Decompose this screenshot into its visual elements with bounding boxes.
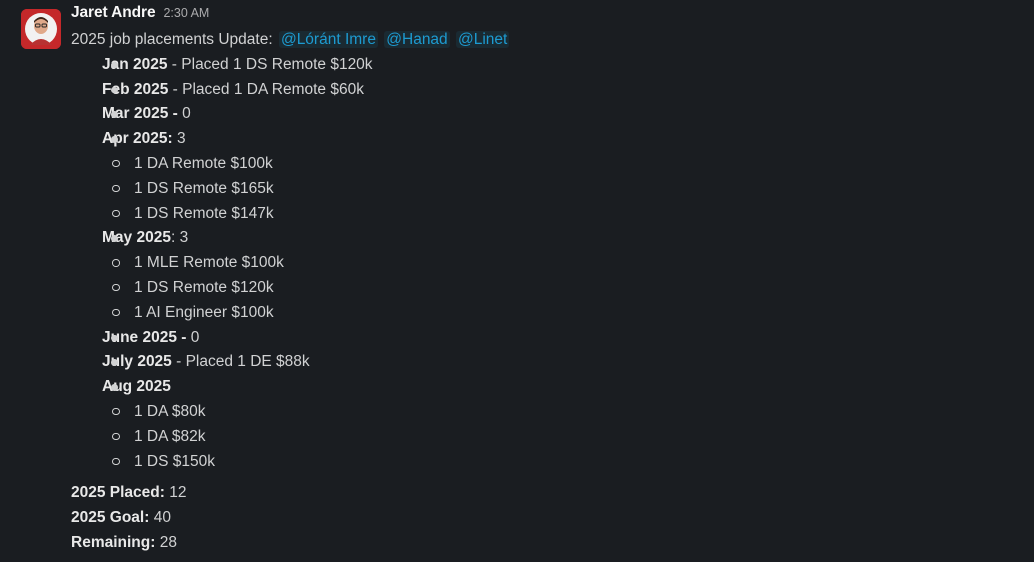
intro-line: 2025 job placements Update: @Lóránt Imre…: [71, 28, 1014, 53]
month-detail: 3: [179, 229, 189, 247]
month-separator: :: [170, 229, 180, 247]
month-detail: Placed 1 DA Remote $60k: [182, 80, 364, 98]
month-item: May 2025: 31 MLE Remote $100k 1 DS Remote…: [71, 226, 1014, 325]
month-item: Jan 2025 - Placed 1 DS Remote $120k: [71, 53, 1014, 78]
month-item: June 2025 - 0: [71, 326, 1014, 351]
placement-item: 1 DS Remote $147k: [102, 202, 1014, 227]
placement-item: 1 DA $82k: [102, 425, 1014, 450]
placed-label: 2025 Placed:: [71, 484, 165, 502]
avatar[interactable]: [21, 9, 61, 49]
month-row: June 2025 - 0: [102, 326, 1014, 351]
month-label: Feb 2025: [102, 80, 169, 98]
month-item: Mar 2025 - 0: [71, 102, 1014, 127]
summary-goal: 2025 Goal: 40: [71, 506, 1014, 531]
intro-text: 2025 job placements Update:: [71, 31, 273, 48]
placement-item: 1 MLE Remote $100k: [102, 251, 1014, 276]
month-label: Jan 2025: [102, 55, 168, 73]
month-separator: -: [168, 80, 183, 98]
placement-sublist: 1 DA $80k 1 DA $82k 1 DS $150k: [102, 400, 1014, 474]
month-detail: 0: [182, 105, 191, 123]
mention-lorant[interactable]: @Lóránt Imre: [278, 31, 378, 48]
mention-hanad[interactable]: @Hanad: [384, 31, 450, 48]
month-detail: 0: [190, 328, 200, 346]
month-row: May 2025: 3: [102, 226, 1014, 251]
placement-item: 1 DS Remote $165k: [102, 177, 1014, 202]
month-row: Apr 2025: 3: [102, 127, 1014, 152]
month-row: Mar 2025 - 0: [102, 102, 1014, 127]
remaining-value: 28: [159, 533, 177, 551]
month-label: Mar 2025 -: [102, 105, 178, 123]
goal-value: 40: [153, 509, 171, 527]
month-item: Apr 2025: 31 DA Remote $100k 1 DS Remote …: [71, 127, 1014, 226]
month-item: July 2025 - Placed 1 DE $88k: [71, 350, 1014, 375]
month-row: Jan 2025 - Placed 1 DS Remote $120k: [102, 53, 1014, 78]
summary-remaining: Remaining: 28: [71, 531, 1014, 556]
month-detail: Placed 1 DE $88k: [185, 353, 310, 371]
month-row: Aug 2025: [102, 375, 1014, 400]
month-separator: -: [167, 55, 182, 73]
placement-item: 1 AI Engineer $100k: [102, 301, 1014, 326]
month-label: Apr 2025:: [102, 130, 173, 148]
message-content: Jaret Andre 2:30 AM 2025 job placements …: [71, 4, 1014, 556]
month-label: May 2025: [102, 229, 171, 247]
goal-label: 2025 Goal:: [71, 509, 150, 527]
remaining-label: Remaining:: [71, 533, 156, 551]
month-separator: -: [171, 353, 186, 371]
timestamp[interactable]: 2:30 AM: [163, 6, 209, 20]
month-detail: 3: [176, 130, 186, 148]
month-item: Feb 2025 - Placed 1 DA Remote $60k: [71, 78, 1014, 103]
placement-item: 1 DA $80k: [102, 400, 1014, 425]
summary: 2025 Placed: 12 2025 Goal: 40 Remaining:…: [71, 481, 1014, 555]
month-row: July 2025 - Placed 1 DE $88k: [102, 350, 1014, 375]
placement-sublist: 1 DA Remote $100k 1 DS Remote $165k 1 DS R…: [102, 152, 1014, 226]
placement-item: 1 DS Remote $120k: [102, 276, 1014, 301]
placement-sublist: 1 MLE Remote $100k 1 DS Remote $120k 1 AI …: [102, 251, 1014, 325]
month-label: July 2025: [102, 353, 172, 371]
placement-item: 1 DA Remote $100k: [102, 152, 1014, 177]
placements-list: Jan 2025 - Placed 1 DS Remote $120k Feb 2…: [71, 53, 1014, 475]
author-name[interactable]: Jaret Andre: [71, 4, 156, 22]
summary-placed: 2025 Placed: 12: [71, 481, 1014, 506]
month-row: Feb 2025 - Placed 1 DA Remote $60k: [102, 78, 1014, 103]
month-item: Aug 2025 1 DA $80k 1 DA $82k 1 DS $150k: [71, 375, 1014, 474]
message-header: Jaret Andre 2:30 AM: [71, 4, 1014, 28]
message: Jaret Andre 2:30 AM 2025 job placements …: [0, 0, 1034, 562]
month-label: Aug 2025: [102, 378, 171, 396]
placed-value: 12: [169, 484, 187, 502]
avatar-photo: [21, 9, 61, 49]
placement-item: 1 DS $150k: [102, 450, 1014, 475]
month-detail: Placed 1 DS Remote $120k: [181, 55, 373, 73]
month-label: June 2025 -: [102, 328, 187, 346]
mention-linet[interactable]: @Linet: [456, 31, 510, 48]
